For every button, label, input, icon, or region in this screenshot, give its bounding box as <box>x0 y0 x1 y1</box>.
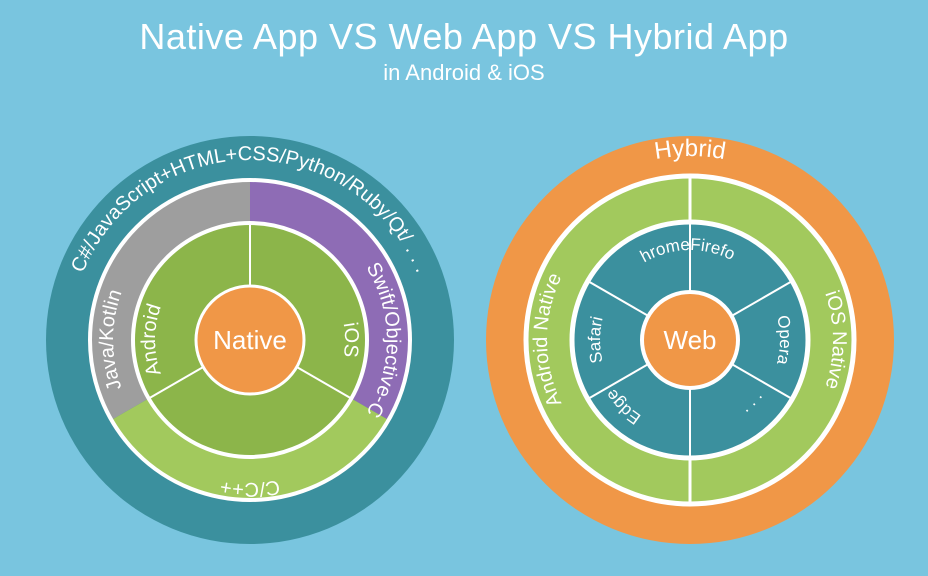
web-outer-label: Hybrid <box>653 135 728 165</box>
native-center-label: Native <box>213 325 287 355</box>
native-sunburst: Native C#/JavaScript+HTML+CSS/Python/Rub… <box>30 110 470 570</box>
web-sunburst: Web Hybrid Android Native iOS Native Chr… <box>470 110 910 570</box>
page-subtitle: in Android & iOS <box>0 60 928 86</box>
page-title: Native App VS Web App VS Hybrid App <box>0 16 928 58</box>
native-ring2-label-cpp: C/C++ <box>218 475 281 500</box>
page-header: Native App VS Web App VS Hybrid App in A… <box>0 0 928 86</box>
charts-container: Native C#/JavaScript+HTML+CSS/Python/Rub… <box>0 110 928 570</box>
web-browser-safari: Safari <box>585 315 607 365</box>
web-center-label: Web <box>664 325 717 355</box>
web-browser-opera: Opera <box>773 314 795 367</box>
